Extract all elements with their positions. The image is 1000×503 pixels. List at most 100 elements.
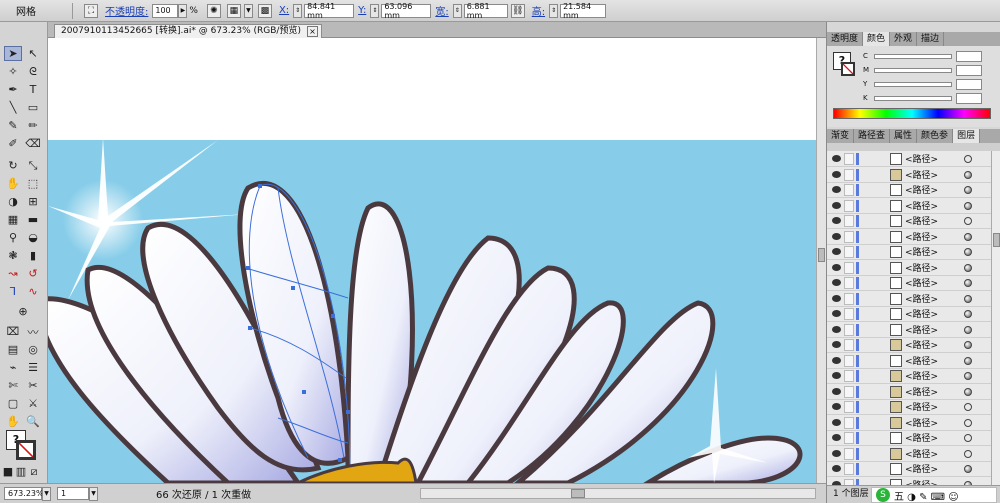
layer-row[interactable]: <路径> <box>827 306 991 322</box>
visibility-eye-icon[interactable] <box>832 186 841 193</box>
paintbrush-tool-icon[interactable]: ✎ <box>4 118 22 133</box>
height-label[interactable]: 高: <box>532 3 545 18</box>
rectangle-tool-icon[interactable]: ▭ <box>24 100 42 115</box>
width-input[interactable]: 6.881 mm <box>463 2 508 20</box>
layer-row[interactable]: <路径> <box>827 353 991 369</box>
magic-wand-tool-icon[interactable]: ✧ <box>4 64 22 79</box>
lock-toggle[interactable] <box>844 308 854 320</box>
visibility-eye-icon[interactable] <box>832 387 841 395</box>
visibility-eye-icon[interactable] <box>832 465 841 472</box>
zoom-tool-icon[interactable]: 🔍 <box>24 414 42 429</box>
shape-builder-tool-icon[interactable]: ◑ <box>4 194 22 209</box>
direct-selection-tool-icon[interactable]: ↖ <box>24 46 42 61</box>
color-spectrum[interactable] <box>833 108 991 119</box>
polar-grid-tool-icon[interactable]: ◎ <box>24 342 42 357</box>
target-circle-icon[interactable] <box>964 387 972 396</box>
vertical-scrollbar[interactable] <box>816 38 826 483</box>
chart-tool-icon[interactable]: ⌁ <box>4 360 22 375</box>
layer-row[interactable]: <路径> <box>827 399 991 415</box>
opacity-input[interactable]: 100 <box>152 3 179 18</box>
visibility-eye-icon[interactable] <box>832 356 841 364</box>
layer-row[interactable]: <路径> <box>827 260 991 276</box>
layer-row[interactable]: <路径> <box>827 244 991 260</box>
hand-tool-icon[interactable]: ✋ <box>4 414 22 429</box>
type-tool-icon[interactable]: T <box>24 82 42 97</box>
y-stepper-icon[interactable]: ⇕ <box>370 3 380 18</box>
eraser-tool-icon[interactable]: ⌫ <box>24 136 42 151</box>
page-dropdown-icon[interactable]: ▼ <box>89 486 98 501</box>
layer-row[interactable]: <路径> <box>827 384 991 400</box>
slice-tool-icon[interactable]: ✄ <box>4 378 22 393</box>
layer-row[interactable]: <路径> <box>827 198 991 214</box>
target-circle-icon[interactable] <box>964 310 972 318</box>
layer-row[interactable]: <路径> <box>827 368 991 384</box>
layer-row[interactable]: <路径> <box>827 322 991 338</box>
lock-toggle[interactable] <box>844 385 854 398</box>
lock-toggle[interactable] <box>844 447 854 460</box>
stroke-swatch[interactable] <box>16 440 36 460</box>
target-circle-icon[interactable] <box>964 372 972 380</box>
target-circle-icon[interactable] <box>964 341 972 349</box>
lock-toggle[interactable] <box>844 292 854 305</box>
stroke-preview-swatch[interactable] <box>841 62 855 76</box>
zoom-dropdown-icon[interactable]: ▼ <box>42 486 51 501</box>
column-graph-tool-icon[interactable]: ▮ <box>24 248 42 263</box>
page-field[interactable]: 1 <box>57 487 89 500</box>
lock-toggle[interactable] <box>844 432 854 444</box>
layer-row[interactable]: <路径> <box>827 415 991 431</box>
x-input[interactable]: 84.841 mm <box>304 2 355 20</box>
target-circle-icon[interactable] <box>964 418 972 427</box>
color-panel-tab-2[interactable]: 外观 <box>890 32 918 46</box>
layers-panel-tab-0[interactable]: 渐变 <box>827 129 855 143</box>
visibility-eye-icon[interactable] <box>832 232 841 240</box>
color-mode-icon[interactable]: ■ <box>2 464 14 479</box>
layer-row[interactable]: <路径> <box>827 446 991 462</box>
layers-panel-tab-4[interactable]: 图层 <box>953 129 981 143</box>
layer-row[interactable]: <路径> <box>827 151 991 167</box>
rotate-tool-icon[interactable]: ↻ <box>4 158 22 173</box>
blend-tool-icon[interactable]: ◒ <box>24 230 42 245</box>
visibility-eye-icon[interactable] <box>832 341 841 348</box>
layer-row[interactable]: <路径> <box>827 229 991 245</box>
opacity-dropdown-icon[interactable]: ▶ <box>178 3 188 18</box>
color-panel-tab-1[interactable]: 颜色 <box>863 32 891 46</box>
k-slider-row[interactable]: K <box>863 92 997 104</box>
visibility-eye-icon[interactable] <box>832 170 841 178</box>
m-slider[interactable] <box>874 67 952 73</box>
m-value[interactable] <box>956 64 982 76</box>
c-value[interactable] <box>956 50 982 62</box>
x-label[interactable]: X: <box>279 5 289 16</box>
scale-tool-icon[interactable]: ⤡ <box>24 158 42 173</box>
horizontal-scroll-thumb[interactable] <box>571 489 585 498</box>
y-value[interactable] <box>956 78 982 90</box>
reference-point-icon[interactable]: ▩ <box>257 3 272 18</box>
grid-tool-icon[interactable]: ▤ <box>4 342 22 357</box>
lock-toggle[interactable] <box>844 339 854 351</box>
layer-row[interactable]: <路径> <box>827 213 991 229</box>
lock-toggle[interactable] <box>844 168 854 181</box>
warp-tool-icon[interactable]: ✋ <box>4 176 22 191</box>
layer-row[interactable]: <路径> <box>827 291 991 307</box>
lock-toggle[interactable] <box>844 215 854 227</box>
target-circle-icon[interactable] <box>964 217 972 225</box>
close-icon[interactable]: × <box>306 26 318 37</box>
color-panel-tab-0[interactable]: 透明度 <box>827 32 864 46</box>
visibility-eye-icon[interactable] <box>832 325 841 333</box>
visibility-eye-icon[interactable] <box>832 434 841 441</box>
visibility-eye-icon[interactable] <box>832 449 841 457</box>
layer-row[interactable]: <路径> <box>827 275 991 291</box>
visibility-eye-icon[interactable] <box>832 201 841 209</box>
curvature-tool-icon[interactable]: ↺ <box>24 266 42 281</box>
layers-panel-tab-1[interactable]: 路径查 <box>854 129 891 143</box>
layers-panel-tab-2[interactable]: 属性 <box>890 129 918 143</box>
lock-toggle[interactable] <box>844 261 854 274</box>
artboard-tool-icon[interactable]: ▢ <box>4 396 22 411</box>
layers-panel-tab-3[interactable]: 颜色参 <box>917 129 954 143</box>
target-circle-icon[interactable] <box>964 170 972 179</box>
width-stepper-icon[interactable]: ⇕ <box>452 3 462 18</box>
mesh-options-icon[interactable]: ⛶ <box>84 3 98 18</box>
visibility-eye-icon[interactable] <box>832 372 841 379</box>
constrain-link-icon[interactable]: ⛓ <box>510 3 525 18</box>
height-stepper-icon[interactable]: ⇕ <box>549 3 559 18</box>
lock-toggle[interactable] <box>844 370 854 382</box>
